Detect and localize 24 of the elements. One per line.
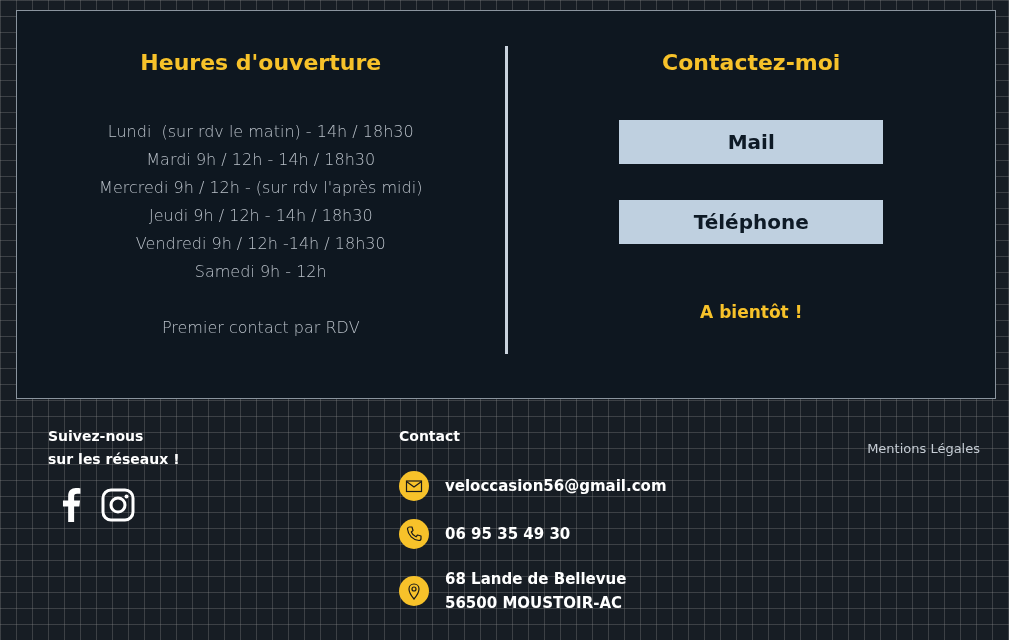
envelope-icon <box>399 471 429 501</box>
contact-button[interactable]: Mail <box>619 120 884 164</box>
address-line: 68 Lande de Bellevue <box>445 569 627 590</box>
facebook-icon[interactable] <box>60 488 82 522</box>
phone-icon <box>399 519 429 549</box>
opening-hours-line: Lundi (sur rdv le matin) - 14h / 18h30 <box>107 121 414 143</box>
social-heading: Suivez-nous sur les réseaux ! <box>48 427 180 469</box>
address-line: 56500 MOUSTOIR-AC <box>445 593 623 614</box>
hours-heading: Heures d'ouverture <box>140 49 382 77</box>
opening-hours-line: Mardi 9h / 12h - 14h / 18h30 <box>146 149 376 171</box>
contact-heading: Contactez-moi <box>662 49 841 77</box>
opening-hours-line: Jeudi 9h / 12h - 14h / 18h30 <box>148 205 373 227</box>
contact-footer-heading: Contact <box>399 427 460 446</box>
contact-button[interactable]: Téléphone <box>619 200 884 244</box>
closing-text: A bientôt ! <box>700 301 803 324</box>
opening-hours-line: Vendredi 9h / 12h -14h / 18h30 <box>135 233 386 255</box>
opening-hours-line: Mercredi 9h / 12h - (sur rdv l'après midi) <box>99 177 423 199</box>
instagram-icon[interactable] <box>101 488 135 522</box>
map-pin-icon <box>399 576 429 606</box>
phone-number[interactable]: 06 95 35 49 30 <box>445 522 571 546</box>
opening-hours-line: Samedi 9h - 12h <box>194 261 327 283</box>
appointment-note: Premier contact par RDV <box>161 317 360 339</box>
email-link[interactable]: veloccasion56@gmail.com <box>445 474 667 498</box>
legal-notice-link[interactable]: Mentions Légales <box>867 441 980 456</box>
